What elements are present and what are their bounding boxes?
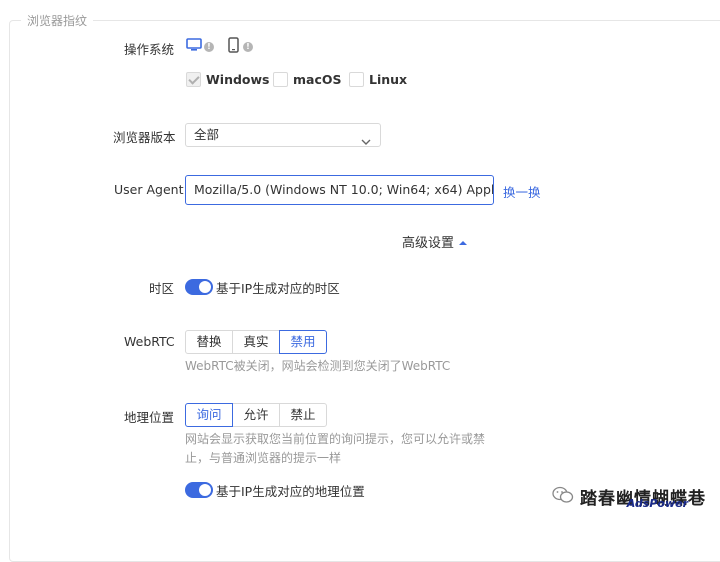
os-option-windows[interactable]: Windows [186, 70, 270, 88]
advanced-settings-label: 高级设置 [402, 236, 455, 251]
os-option-label: Windows [206, 71, 270, 87]
geolocation-hint-line1: 网站会显示获取您当前位置的询问提示，您可以允许或禁 [185, 432, 486, 446]
geolocation-toggle[interactable] [185, 482, 213, 498]
user-agent-input[interactable]: Mozilla/5.0 (Windows NT 10.0; Win64; x64… [185, 175, 494, 205]
watermark-brand: AdsPower [626, 497, 688, 510]
advanced-settings-toggle[interactable]: 高级设置 [402, 232, 468, 251]
browser-version-value: 全部 [194, 127, 220, 142]
checkbox-checked-icon[interactable] [186, 71, 201, 87]
geolocation-label: 地理位置 [124, 410, 175, 425]
mobile-info-icon: ! [243, 42, 253, 52]
mobile-icon[interactable] [228, 37, 239, 57]
timezone-toggle[interactable] [185, 279, 213, 295]
os-option-label: macOS [293, 71, 342, 87]
geolocation-toggle-text: 基于IP生成对应的地理位置 [216, 484, 365, 499]
caret-up-icon [459, 241, 468, 245]
os-label: 操作系统 [124, 42, 175, 57]
refresh-ua-link[interactable]: 换一换 [503, 182, 541, 201]
webrtc-label: WebRTC [124, 334, 175, 349]
timezone-toggle-text: 基于IP生成对应的时区 [216, 281, 340, 296]
browser-version-select[interactable]: 全部 [185, 123, 381, 147]
os-option-linux[interactable]: Linux [349, 70, 407, 88]
os-option-macos[interactable]: macOS [273, 70, 342, 88]
wechat-icon [552, 486, 574, 508]
desktop-info-icon: ! [204, 42, 214, 52]
checkbox-icon[interactable] [273, 71, 288, 87]
geolocation-option-ask[interactable]: 询问 [185, 403, 233, 427]
chevron-down-icon [361, 131, 371, 153]
webrtc-option-replace[interactable]: 替换 [185, 330, 233, 354]
browser-version-label: 浏览器版本 [113, 130, 176, 145]
webrtc-option-real[interactable]: 真实 [232, 330, 280, 354]
geolocation-option-allow[interactable]: 允许 [232, 403, 280, 427]
os-option-label: Linux [369, 71, 408, 87]
webrtc-hint: WebRTC被关闭，网站会检测到您关闭了WebRTC [185, 359, 451, 373]
timezone-label: 时区 [149, 281, 175, 296]
geolocation-segmented[interactable]: 询问 允许 禁止 [185, 403, 327, 427]
webrtc-segmented[interactable]: 替换 真实 禁用 [185, 330, 327, 354]
geolocation-option-block[interactable]: 禁止 [279, 403, 327, 427]
user-agent-label: User Agent [114, 182, 184, 197]
checkbox-icon[interactable] [349, 71, 364, 87]
section-legend: 浏览器指纹 [21, 12, 94, 29]
webrtc-option-disable[interactable]: 禁用 [279, 330, 327, 354]
desktop-icon[interactable] [186, 38, 202, 56]
geolocation-hint-line2: 止，与普通浏览器的提示一样 [185, 451, 342, 465]
watermark: 踏春幽情蝴蝶巷 AdsPower [552, 484, 706, 510]
